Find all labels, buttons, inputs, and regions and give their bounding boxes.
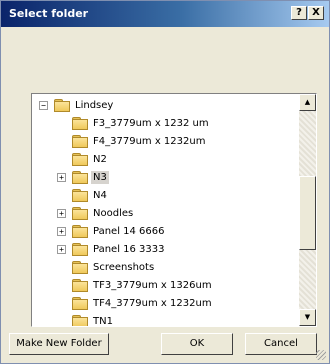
folder-tree[interactable]: − Lindsey F3_3779um x 1232 um F4_3779um x 1… [31,93,317,327]
expand-icon[interactable]: + [57,245,66,254]
folder-icon [72,315,88,326]
open-folder-icon [54,99,70,112]
tree-item-label: F4_3779um x 1232um [93,136,206,147]
tree-item[interactable]: + N3 [32,169,302,187]
tree-item[interactable]: TF4_3779um x 1232um [32,295,302,313]
folder-icon [72,243,88,256]
scroll-down-button[interactable]: ▼ [299,309,316,326]
tree-item-label: N3 [91,171,109,184]
tree-item[interactable]: + Panel 16 3333 [32,241,302,259]
tree-item[interactable]: N4 [32,187,302,205]
tree-item[interactable]: − Lindsey [32,97,302,115]
tree-item-label: TF3_3779um x 1326um [93,280,212,291]
tree-item[interactable]: N2 [32,151,302,169]
expand-icon[interactable]: + [57,227,66,236]
close-button[interactable]: X [308,6,324,20]
folder-icon [72,117,88,130]
tree-item[interactable]: F4_3779um x 1232um [32,133,302,151]
folder-icon [72,153,88,166]
folder-icon [72,261,88,274]
tree-item-label: Panel 14 6666 [93,226,165,237]
expand-icon[interactable]: + [57,209,66,218]
tree-item[interactable]: Screenshots [32,259,302,277]
folder-icon [72,207,88,220]
folder-icon [72,171,88,184]
cancel-button[interactable]: Cancel [245,333,317,355]
tree-item-label: TF4_3779um x 1232um [93,298,212,309]
resize-grip[interactable] [316,350,326,360]
tree-item-label: Noodles [93,208,134,219]
folder-icon [72,297,88,310]
tree-item[interactable]: + Noodles [32,205,302,223]
tree-item-label: F3_3779um x 1232 um [93,118,209,129]
tree-item[interactable]: TN1 [32,313,302,327]
tree-item[interactable]: + Panel 14 6666 [32,223,302,241]
dialog-title: Select folder [9,7,89,20]
folder-icon [72,279,88,292]
tree-item-label: Lindsey [75,100,114,111]
expand-icon[interactable]: + [57,173,66,182]
folder-icon [72,189,88,202]
scroll-thumb[interactable] [299,176,316,250]
tree-item-label: TN1 [93,316,113,327]
select-folder-dialog: Select folder ? X − Lindsey F3_3779um x 12… [0,0,330,364]
tree-item-label: N2 [93,154,107,165]
title-bar[interactable]: Select folder ? X [1,1,329,27]
scroll-up-button[interactable]: ▲ [299,94,316,111]
tree-item[interactable]: TF3_3779um x 1326um [32,277,302,295]
tree-item-label: Screenshots [93,262,155,273]
help-button[interactable]: ? [291,6,307,20]
folder-icon [72,135,88,148]
vertical-scrollbar[interactable]: ▲ ▼ [299,94,316,326]
make-new-folder-button[interactable]: Make New Folder [9,333,109,355]
tree-item-label: N4 [93,190,107,201]
tree-item-label: Panel 16 3333 [93,244,165,255]
folder-icon [72,225,88,238]
ok-button[interactable]: OK [161,333,233,355]
tree-item[interactable]: F3_3779um x 1232 um [32,115,302,133]
collapse-icon[interactable]: − [39,101,48,110]
